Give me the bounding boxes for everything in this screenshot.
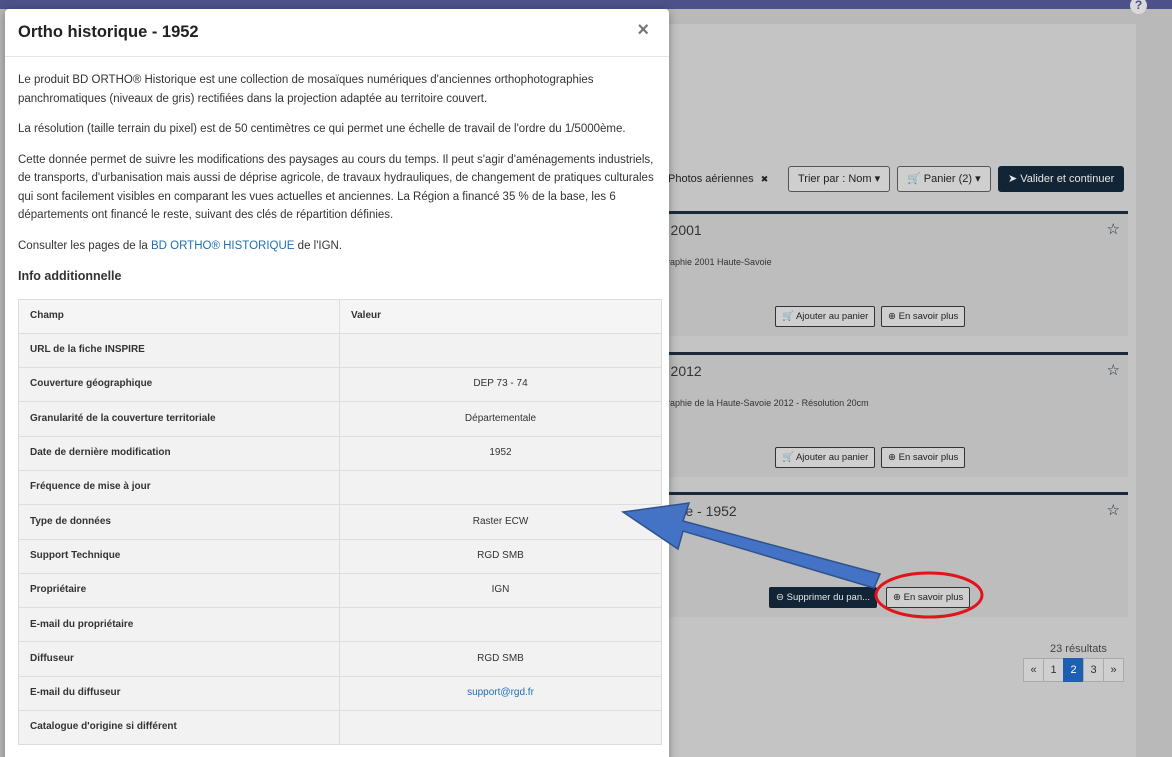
- tutorial-annotations: [620, 502, 984, 619]
- highlight-circle: [874, 571, 984, 619]
- annotation-arrow: [620, 502, 882, 589]
